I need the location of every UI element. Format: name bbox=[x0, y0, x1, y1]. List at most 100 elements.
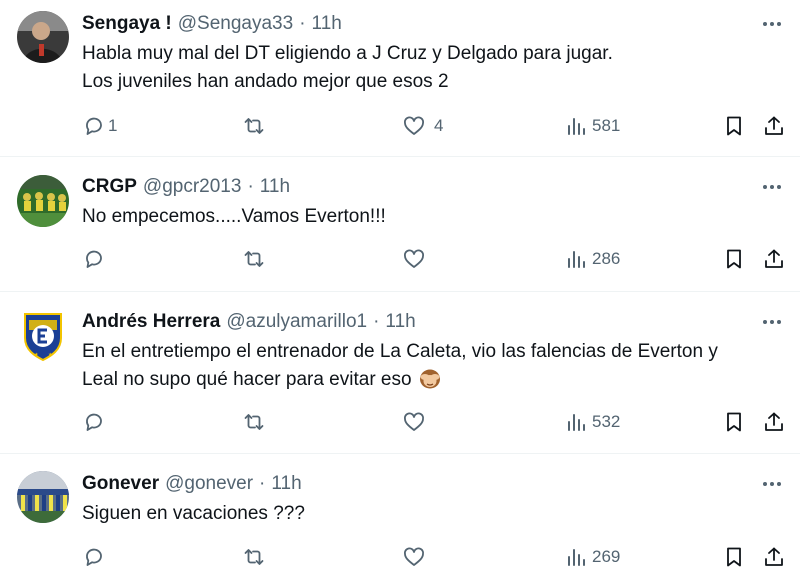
retweet-button[interactable] bbox=[242, 247, 266, 271]
views-icon bbox=[568, 549, 585, 566]
like-button[interactable] bbox=[402, 247, 426, 271]
tweet-header: CRGP @gpcr2013 · 11h bbox=[82, 175, 784, 199]
retweet-icon bbox=[244, 118, 264, 134]
like-icon bbox=[404, 116, 424, 135]
see-no-evil-monkey-emoji bbox=[419, 369, 440, 389]
views-button[interactable]: 532 bbox=[564, 410, 620, 434]
username[interactable]: @gpcr2013 bbox=[143, 176, 242, 198]
views-button[interactable]: 286 bbox=[564, 247, 620, 271]
separator-dot: · bbox=[373, 311, 380, 332]
retweet-button[interactable] bbox=[242, 410, 266, 434]
tweet-text-line: No empecemos.....Vamos Everton!!! bbox=[82, 206, 386, 227]
views-button[interactable]: 581 bbox=[564, 114, 620, 138]
like-button[interactable] bbox=[402, 545, 426, 569]
tweet-text-line: Los juveniles han andado mejor que esos … bbox=[82, 71, 449, 92]
display-name[interactable]: CRGP bbox=[82, 176, 137, 198]
avatar[interactable] bbox=[17, 11, 69, 63]
reply-button[interactable] bbox=[82, 247, 106, 271]
timestamp[interactable]: 11h bbox=[385, 311, 415, 333]
reply-count: 1 bbox=[108, 116, 118, 135]
retweet-icon bbox=[244, 414, 264, 430]
share-icon bbox=[765, 412, 783, 431]
share-button[interactable] bbox=[762, 247, 786, 271]
tweet-text: Habla muy mal del DT eligiendo a J Cruz … bbox=[82, 40, 784, 96]
views-icon bbox=[568, 414, 585, 431]
bookmark-button[interactable] bbox=[722, 114, 746, 138]
reply-icon bbox=[86, 548, 102, 566]
reply-button[interactable] bbox=[82, 410, 106, 434]
avatar[interactable] bbox=[17, 310, 69, 362]
username[interactable]: @gonever bbox=[165, 473, 253, 495]
tweet-andres-herrera[interactable]: Andrés Herrera @azulyamarillo1 · 11h En … bbox=[0, 292, 800, 454]
timestamp[interactable]: 11h bbox=[260, 176, 290, 198]
tweet-text-line: Siguen en vacaciones ??? bbox=[82, 503, 305, 524]
bookmark-icon bbox=[727, 249, 741, 269]
view-count: 532 bbox=[592, 412, 621, 431]
display-name[interactable]: Sengaya ! bbox=[82, 13, 172, 35]
bookmark-button[interactable] bbox=[722, 410, 746, 434]
tweet-text: No empecemos.....Vamos Everton!!! bbox=[82, 203, 784, 231]
tweet-header: Gonever @gonever · 11h bbox=[82, 472, 784, 496]
tweet-text-line: Habla muy mal del DT eligiendo a J Cruz … bbox=[82, 43, 613, 64]
tweet-text-line: Leal no supo qué hacer para evitar eso bbox=[82, 366, 784, 394]
retweet-icon bbox=[244, 549, 264, 565]
share-icon bbox=[765, 547, 783, 566]
more-icon[interactable] bbox=[760, 472, 784, 496]
view-count: 581 bbox=[592, 116, 621, 135]
username[interactable]: @Sengaya33 bbox=[178, 13, 293, 35]
views-icon bbox=[568, 251, 585, 268]
reply-icon bbox=[86, 117, 102, 135]
share-icon bbox=[765, 116, 783, 135]
tweet-text: En el entretiempo el entrenador de La Ca… bbox=[82, 338, 784, 394]
action-bar: 286 bbox=[82, 247, 784, 271]
view-count: 269 bbox=[592, 547, 621, 566]
like-button[interactable]: 4 bbox=[402, 114, 443, 138]
view-count: 286 bbox=[592, 249, 621, 268]
retweet-button[interactable] bbox=[242, 545, 266, 569]
reply-button[interactable]: 1 bbox=[82, 114, 117, 138]
reply-icon bbox=[86, 250, 102, 268]
bookmark-icon bbox=[727, 412, 741, 432]
tweet-header: Sengaya ! @Sengaya33 · 11h bbox=[82, 12, 784, 36]
tweet-gonever[interactable]: Gonever @gonever · 11h Siguen en vacacio… bbox=[0, 454, 800, 577]
action-bar: 269 bbox=[82, 545, 784, 569]
retweet-icon bbox=[244, 251, 264, 267]
avatar[interactable] bbox=[17, 175, 69, 227]
action-bar: 1 4 581 bbox=[82, 114, 784, 138]
tweet-sengaya[interactable]: Sengaya ! @Sengaya33 · 11h Habla muy mal… bbox=[0, 0, 800, 157]
tweet-header: Andrés Herrera @azulyamarillo1 · 11h bbox=[82, 310, 784, 334]
more-icon[interactable] bbox=[760, 310, 784, 334]
avatar[interactable] bbox=[17, 471, 69, 523]
like-icon bbox=[404, 412, 424, 431]
separator-dot: · bbox=[247, 176, 254, 197]
share-button[interactable] bbox=[762, 410, 786, 434]
reply-button[interactable] bbox=[82, 545, 106, 569]
like-icon bbox=[404, 547, 424, 566]
bookmark-icon bbox=[727, 547, 741, 567]
separator-dot: · bbox=[299, 13, 306, 34]
timestamp[interactable]: 11h bbox=[312, 13, 342, 35]
username[interactable]: @azulyamarillo1 bbox=[226, 311, 367, 333]
tweet-text-line-content: Leal no supo qué hacer para evitar eso bbox=[82, 369, 412, 390]
action-bar: 532 bbox=[82, 410, 784, 434]
display-name[interactable]: Gonever bbox=[82, 473, 159, 495]
share-button[interactable] bbox=[762, 114, 786, 138]
bookmark-button[interactable] bbox=[722, 545, 746, 569]
views-icon bbox=[568, 118, 585, 135]
more-icon[interactable] bbox=[760, 175, 784, 199]
like-icon bbox=[404, 249, 424, 268]
bookmark-button[interactable] bbox=[722, 247, 746, 271]
like-count: 4 bbox=[434, 116, 444, 135]
retweet-button[interactable] bbox=[242, 114, 266, 138]
separator-dot: · bbox=[259, 473, 266, 494]
like-button[interactable] bbox=[402, 410, 426, 434]
tweet-crgp[interactable]: CRGP @gpcr2013 · 11h No empecemos.....Va… bbox=[0, 157, 800, 292]
more-icon[interactable] bbox=[760, 12, 784, 36]
share-button[interactable] bbox=[762, 545, 786, 569]
reply-icon bbox=[86, 413, 102, 431]
display-name[interactable]: Andrés Herrera bbox=[82, 311, 220, 333]
tweet-text-line: En el entretiempo el entrenador de La Ca… bbox=[82, 341, 718, 362]
timestamp[interactable]: 11h bbox=[271, 473, 301, 495]
views-button[interactable]: 269 bbox=[564, 545, 620, 569]
share-icon bbox=[765, 249, 783, 268]
